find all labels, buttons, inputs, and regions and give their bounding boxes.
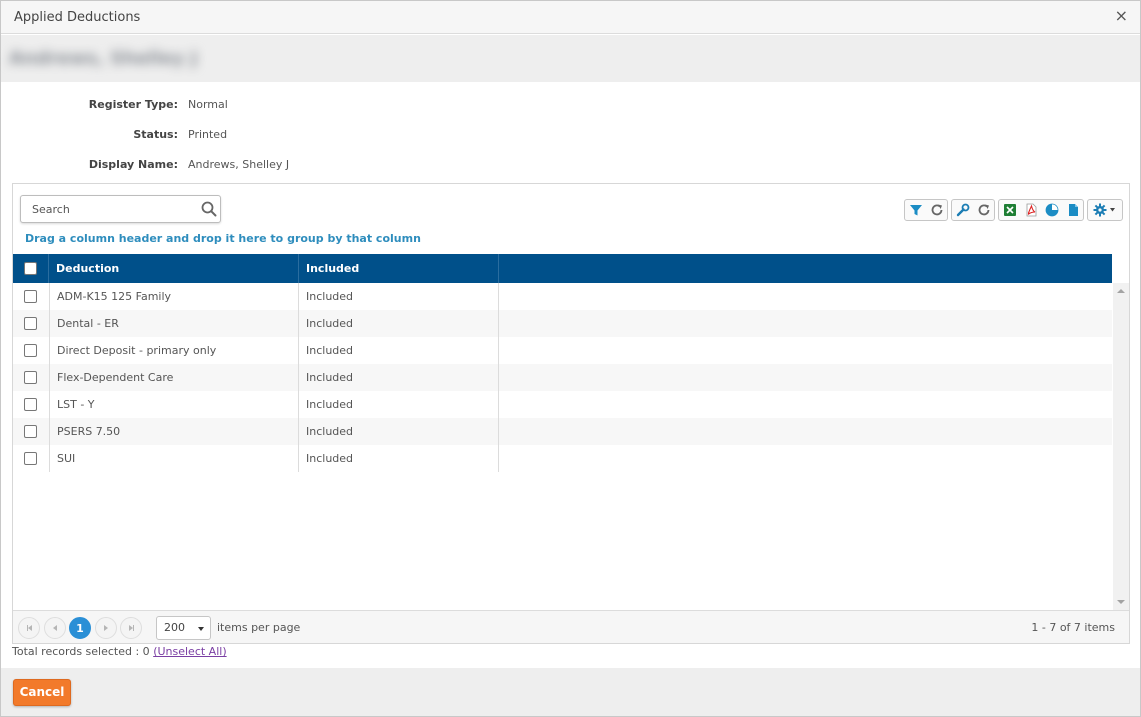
filter-icon[interactable] xyxy=(905,200,926,220)
export-group xyxy=(998,199,1084,221)
first-page-button[interactable] xyxy=(18,617,40,639)
chart-icon[interactable] xyxy=(1041,200,1062,220)
next-page-icon xyxy=(104,625,108,631)
table-row[interactable]: Flex-Dependent Care Included xyxy=(13,364,1112,391)
row-checkbox-cell xyxy=(13,310,49,337)
close-icon[interactable]: × xyxy=(1115,8,1128,24)
search-icon[interactable] xyxy=(200,200,218,218)
grid-body: ADM-K15 125 Family Included Dental - ER … xyxy=(13,283,1112,610)
cancel-button[interactable]: Cancel xyxy=(13,679,71,706)
group-by-hint[interactable]: Drag a column header and drop it here to… xyxy=(25,232,421,245)
items-per-page-label: items per page xyxy=(217,621,301,634)
column-header-included[interactable]: Included xyxy=(299,254,499,283)
row-checkbox-cell xyxy=(13,445,49,472)
status-label: Status: xyxy=(133,128,178,141)
row-checkbox-cell xyxy=(13,364,49,391)
chevron-down-icon xyxy=(198,627,204,631)
deductions-grid: Drag a column header and drop it here to… xyxy=(12,183,1130,644)
row-checkbox-cell xyxy=(13,283,49,310)
display-name-row: Display Name: Andrews, Shelley J xyxy=(1,158,601,174)
deduction-cell: SUI xyxy=(49,445,299,472)
row-checkbox[interactable] xyxy=(24,398,37,411)
first-page-icon xyxy=(27,625,32,631)
scroll-up-arrow-icon[interactable] xyxy=(1117,289,1125,293)
included-cell: Included xyxy=(299,337,499,364)
register-type-value: Normal xyxy=(188,98,228,111)
page-button-current[interactable]: 1 xyxy=(69,617,91,639)
filter-group xyxy=(904,199,948,221)
row-checkbox[interactable] xyxy=(24,317,37,330)
page-size-value: 200 xyxy=(164,621,185,634)
display-name-value: Andrews, Shelley J xyxy=(188,158,290,171)
last-page-button[interactable] xyxy=(120,617,142,639)
table-row[interactable]: PSERS 7.50 Included xyxy=(13,418,1112,445)
gear-icon[interactable] xyxy=(1088,200,1122,220)
pdf-icon[interactable] xyxy=(1020,200,1041,220)
row-checkbox-cell xyxy=(13,337,49,364)
status-value: Printed xyxy=(188,128,228,141)
table-row[interactable]: Direct Deposit - primary only Included xyxy=(13,337,1112,364)
table-row[interactable]: ADM-K15 125 Family Included xyxy=(13,283,1112,310)
next-page-button[interactable] xyxy=(95,617,117,639)
row-checkbox[interactable] xyxy=(24,452,37,465)
table-row[interactable]: LST - Y Included xyxy=(13,391,1112,418)
column-header-deduction[interactable]: Deduction xyxy=(49,254,299,283)
table-row[interactable]: Dental - ER Included xyxy=(13,310,1112,337)
row-checkbox-cell xyxy=(13,418,49,445)
included-cell: Included xyxy=(299,283,499,310)
dialog-title: Applied Deductions xyxy=(14,10,141,25)
page-size-select[interactable]: 200 xyxy=(156,616,211,640)
dialog-footer: Cancel xyxy=(1,668,1140,716)
row-checkbox-cell xyxy=(13,391,49,418)
vertical-scrollbar[interactable] xyxy=(1113,283,1129,610)
deduction-cell: LST - Y xyxy=(49,391,299,418)
previous-page-icon xyxy=(53,625,57,631)
select-all-cell xyxy=(13,254,49,283)
unselect-all-link[interactable]: (Unselect All) xyxy=(153,645,226,658)
row-checkbox[interactable] xyxy=(24,290,37,303)
refresh-icon[interactable] xyxy=(926,200,947,220)
search-input[interactable] xyxy=(22,197,192,221)
deduction-cell: Flex-Dependent Care xyxy=(49,364,299,391)
selection-count-text: Total records selected : 0 xyxy=(12,645,154,658)
grid-pager: 1 200 items per page 1 - 7 of 7 items xyxy=(13,610,1129,643)
applied-deductions-dialog: Applied Deductions × Andrews, Shelley J … xyxy=(0,0,1141,717)
search-box xyxy=(20,195,221,223)
grid-toolbar xyxy=(901,199,1123,221)
select-all-checkbox[interactable] xyxy=(24,262,37,275)
row-checkbox[interactable] xyxy=(24,425,37,438)
deduction-cell: Dental - ER xyxy=(49,310,299,337)
dialog-titlebar: Applied Deductions × xyxy=(1,1,1140,34)
register-type-label: Register Type: xyxy=(88,98,178,111)
deduction-cell: ADM-K15 125 Family xyxy=(49,283,299,310)
included-cell: Included xyxy=(299,310,499,337)
scroll-down-arrow-icon[interactable] xyxy=(1117,600,1125,604)
selection-summary: Total records selected : 0 (Unselect All… xyxy=(12,645,227,658)
register-type-row: Register Type: Normal xyxy=(1,98,601,114)
status-row: Status: Printed xyxy=(1,128,601,144)
employee-name-blurred: Andrews, Shelley J xyxy=(9,48,198,69)
employee-banner: Andrews, Shelley J xyxy=(1,35,1140,82)
included-cell: Included xyxy=(299,445,499,472)
reset-icon[interactable] xyxy=(973,200,994,220)
row-checkbox[interactable] xyxy=(24,371,37,384)
pager-range-info: 1 - 7 of 7 items xyxy=(1031,621,1115,634)
document-icon[interactable] xyxy=(1062,200,1083,220)
included-cell: Included xyxy=(299,364,499,391)
last-page-icon-bar xyxy=(132,625,134,631)
wrench-icon[interactable] xyxy=(952,200,973,220)
excel-icon[interactable] xyxy=(999,200,1020,220)
settings-group xyxy=(951,199,995,221)
deduction-cell: Direct Deposit - primary only xyxy=(49,337,299,364)
table-row[interactable]: SUI Included xyxy=(13,445,1112,472)
included-cell: Included xyxy=(299,391,499,418)
options-group xyxy=(1087,199,1123,221)
display-name-label: Display Name: xyxy=(88,158,178,171)
row-checkbox[interactable] xyxy=(24,344,37,357)
previous-page-button[interactable] xyxy=(44,617,66,639)
included-cell: Included xyxy=(299,418,499,445)
grid-header: Deduction Included xyxy=(13,254,1112,283)
deduction-cell: PSERS 7.50 xyxy=(49,418,299,445)
